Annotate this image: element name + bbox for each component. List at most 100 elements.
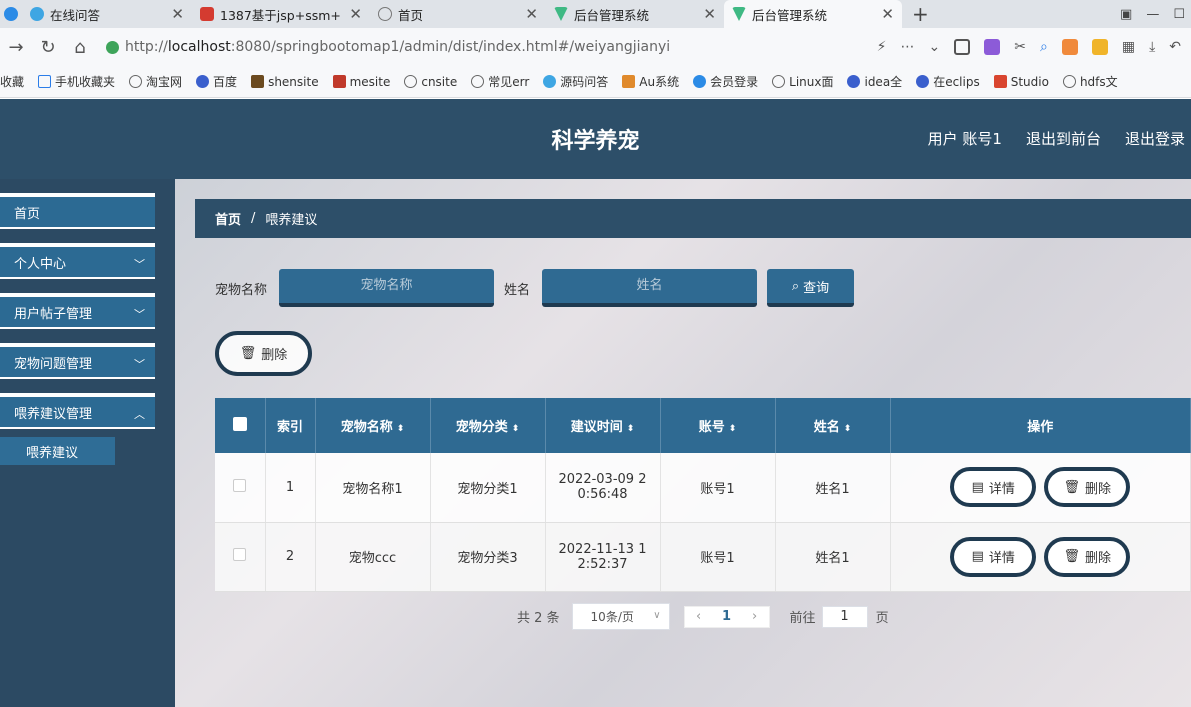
game-icon[interactable] bbox=[1061, 39, 1078, 55]
search-form: 宠物名称 宠物名称 姓名 姓名 ⌕ 查询 bbox=[215, 269, 855, 307]
bookmark-item[interactable]: 源码问答 bbox=[543, 73, 608, 90]
globe-icon bbox=[378, 7, 392, 21]
new-tab-button[interactable]: + bbox=[902, 2, 939, 26]
page-size-select[interactable]: 10条/页 ∨ bbox=[571, 603, 670, 630]
cell-index: 1 bbox=[265, 453, 316, 523]
exit-to-front-link[interactable]: 退出到前台 bbox=[1026, 128, 1101, 149]
close-tab-icon[interactable]: ✕ bbox=[519, 5, 538, 23]
col-account[interactable]: 账号 ⬍ bbox=[660, 398, 776, 453]
home-icon[interactable]: ⌂ bbox=[64, 37, 96, 58]
bookmark-item[interactable]: 常见err bbox=[471, 73, 529, 90]
bookmark-item[interactable]: 在eclips bbox=[916, 73, 980, 90]
query-button[interactable]: ⌕ 查询 bbox=[767, 269, 855, 307]
tab-project[interactable]: 1387基于jsp+ssm+ ✕ bbox=[192, 0, 370, 28]
select-all-checkbox[interactable] bbox=[232, 416, 247, 431]
close-tab-icon[interactable]: ✕ bbox=[343, 5, 362, 23]
cell-pet-name: 宠物ccc bbox=[315, 522, 431, 592]
sidebar-item-home[interactable]: 首页 bbox=[0, 193, 155, 229]
cell-index: 2 bbox=[265, 522, 316, 592]
trash-icon: 🗑 bbox=[1063, 479, 1080, 495]
forward-icon[interactable]: → bbox=[0, 37, 32, 58]
minimize-icon[interactable]: — bbox=[1146, 7, 1159, 22]
goto-label: 前往 bbox=[789, 611, 816, 626]
window-controls: ▣ — ☐ bbox=[1120, 0, 1185, 28]
search-icon[interactable]: ⌕ bbox=[1040, 39, 1048, 55]
logout-link[interactable]: 退出登录 bbox=[1125, 128, 1185, 149]
bookmark-item[interactable]: 淘宝网 bbox=[129, 73, 182, 90]
sidebar-item-profile[interactable]: 个人中心 ﹀ bbox=[0, 243, 155, 279]
bookmark-item[interactable]: mesite bbox=[332, 75, 390, 89]
bookmark-item[interactable]: 会员登录 bbox=[693, 73, 758, 90]
bookmark-item[interactable]: cnsite bbox=[404, 75, 457, 89]
undo-icon[interactable]: ↶ bbox=[1169, 39, 1181, 55]
sort-icon[interactable]: ⬍ bbox=[844, 424, 852, 434]
scissors-icon[interactable]: ✂ bbox=[1014, 39, 1026, 55]
sort-icon[interactable]: ⬍ bbox=[512, 424, 520, 434]
bookmark-item[interactable]: Studio bbox=[993, 75, 1049, 89]
bookmark-item[interactable]: 手机收藏夹 bbox=[38, 73, 115, 90]
apps-icon[interactable]: ▦ bbox=[1122, 39, 1135, 55]
translate-icon[interactable] bbox=[984, 39, 1001, 55]
shield-icon[interactable] bbox=[1091, 39, 1108, 55]
tab-pinned[interactable] bbox=[0, 0, 22, 28]
sidebar-item-pet-questions[interactable]: 宠物问题管理 ﹀ bbox=[0, 343, 155, 379]
col-pet-category[interactable]: 宠物分类 ⬍ bbox=[430, 398, 546, 453]
chevron-up-icon: ︿ bbox=[134, 408, 145, 421]
paw-icon bbox=[196, 75, 210, 88]
page-number[interactable]: 1 bbox=[713, 609, 741, 624]
lightning-icon[interactable]: ⚡ bbox=[877, 39, 887, 55]
bookmark-item[interactable]: hdfs文 bbox=[1062, 73, 1118, 90]
bookmark-item[interactable]: Linux面 bbox=[772, 73, 833, 90]
detail-button[interactable]: ▤ 详情 bbox=[950, 536, 1037, 577]
col-name[interactable]: 姓名 ⬍ bbox=[775, 398, 891, 453]
sort-icon[interactable]: ⬍ bbox=[729, 424, 737, 434]
col-advice-time[interactable]: 建议时间 ⬍ bbox=[545, 398, 661, 453]
goto-page-input[interactable]: 1 bbox=[821, 605, 868, 628]
cell-pet-category: 宠物分类1 bbox=[430, 453, 546, 523]
more-icon[interactable]: ⋯ bbox=[901, 39, 915, 55]
pet-name-input[interactable]: 宠物名称 bbox=[279, 269, 495, 307]
sidebar-item-feeding[interactable]: 喂养建议管理 ︿ bbox=[0, 393, 155, 429]
sidebar-subitem-feeding-advice[interactable]: 喂养建议 bbox=[0, 437, 115, 465]
col-pet-name[interactable]: 宠物名称 ⬍ bbox=[315, 398, 431, 453]
close-tab-icon[interactable]: ✕ bbox=[165, 5, 184, 23]
download-icon[interactable]: ⤓ bbox=[1149, 39, 1155, 55]
bookmark-item[interactable]: 收藏 bbox=[0, 73, 24, 90]
globe-icon bbox=[404, 75, 418, 88]
url-field[interactable]: http://localhost:8080/springbootomap1/ad… bbox=[106, 39, 766, 55]
detail-button[interactable]: ▤ 详情 bbox=[950, 467, 1037, 508]
tab-admin-1[interactable]: 后台管理系统 ✕ bbox=[546, 0, 724, 28]
sort-icon[interactable]: ⬍ bbox=[397, 424, 405, 434]
reload-icon[interactable]: ↻ bbox=[32, 37, 64, 58]
row-checkbox[interactable] bbox=[233, 548, 247, 561]
tab-admin-active[interactable]: 后台管理系统 ✕ bbox=[724, 0, 902, 28]
bookmark-item[interactable]: shensite bbox=[251, 75, 319, 89]
folder-icon bbox=[38, 75, 52, 88]
chevron-down-icon: ∨ bbox=[653, 610, 661, 621]
breadcrumb-home[interactable]: 首页 bbox=[215, 209, 241, 228]
header-links: 用户 账号1 退出到前台 退出登录 bbox=[928, 128, 1185, 149]
close-tab-icon[interactable]: ✕ bbox=[697, 5, 716, 23]
close-tab-icon[interactable]: ✕ bbox=[875, 5, 894, 23]
reader-icon[interactable] bbox=[954, 39, 971, 55]
prev-page-icon[interactable]: ‹ bbox=[685, 609, 713, 624]
bookmark-item[interactable]: 百度 bbox=[196, 73, 237, 90]
row-checkbox[interactable] bbox=[233, 478, 247, 492]
tab-online-qa[interactable]: 在线问答 ✕ bbox=[22, 0, 192, 28]
breadcrumb-separator: / bbox=[251, 211, 256, 226]
delete-button[interactable]: 🗑 删除 bbox=[1044, 467, 1131, 508]
tab-home[interactable]: 首页 ✕ bbox=[370, 0, 546, 28]
name-input[interactable]: 姓名 bbox=[542, 269, 758, 307]
bookmark-item[interactable]: Au系统 bbox=[622, 73, 679, 90]
breadcrumb: 首页 / 喂养建议 bbox=[195, 199, 1191, 238]
bulk-delete-button[interactable]: 🗑 删除 bbox=[215, 331, 312, 376]
chevron-down-icon[interactable]: ⌄ bbox=[929, 39, 941, 55]
sort-icon[interactable]: ⬍ bbox=[627, 424, 635, 434]
tab-list-icon[interactable]: ▣ bbox=[1120, 7, 1132, 22]
next-page-icon[interactable]: › bbox=[741, 609, 769, 624]
maximize-icon[interactable]: ☐ bbox=[1173, 7, 1185, 22]
vue-icon bbox=[554, 7, 568, 21]
bookmark-item[interactable]: idea全 bbox=[847, 73, 902, 90]
delete-button[interactable]: 🗑 删除 bbox=[1044, 536, 1131, 577]
sidebar-item-posts[interactable]: 用户帖子管理 ﹀ bbox=[0, 293, 155, 329]
